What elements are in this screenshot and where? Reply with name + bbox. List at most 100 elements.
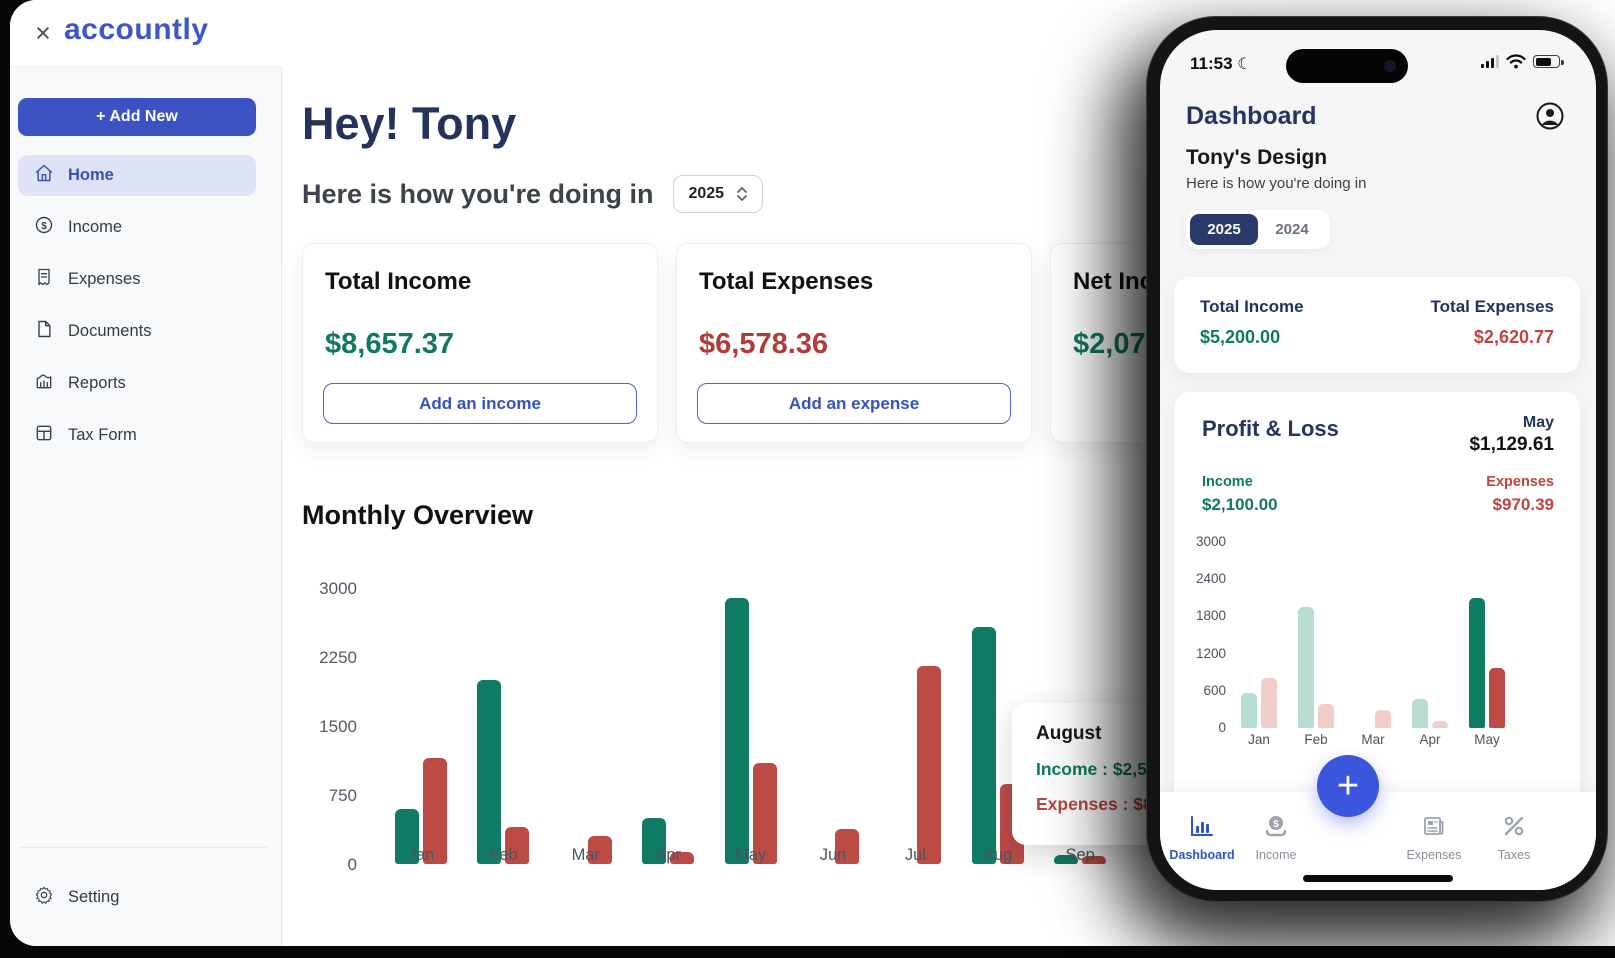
x-tick: Mar — [1350, 732, 1396, 747]
sidebar-item-label: Expenses — [68, 270, 140, 289]
income-bar-feb[interactable] — [477, 680, 501, 864]
reports-icon — [34, 371, 54, 396]
status-icons — [1481, 54, 1561, 69]
expense-bar-may — [1489, 668, 1505, 728]
profit-loss-card: Profit & Loss May $1,129.61 Income $2,10… — [1174, 392, 1580, 812]
sidebar-item-reports[interactable]: Reports — [18, 363, 256, 404]
pl-income-label: Income — [1202, 474, 1253, 490]
sidebar-item-label: Reports — [68, 374, 126, 393]
pl-expenses-value: $970.39 — [1493, 495, 1554, 515]
year-tabs: 20252024 — [1186, 210, 1330, 249]
x-tick: May — [1464, 732, 1510, 747]
pl-income-value: $2,100.00 — [1202, 495, 1278, 515]
status-time: 11:53 — [1190, 54, 1233, 73]
profit-loss-month: May — [1523, 414, 1554, 432]
phone-status-bar: 11:53 ☾ — [1160, 30, 1596, 86]
income-icon: $ — [34, 215, 54, 240]
phone-tab-2024[interactable]: 2024 — [1258, 214, 1326, 245]
tax-form-icon — [34, 423, 54, 448]
documents-icon — [34, 319, 54, 344]
phone-chart-plot — [1236, 542, 1560, 728]
dashboard-icon — [1189, 825, 1215, 842]
card-title: Total Expenses — [699, 268, 1011, 296]
nav-item-income[interactable]: $ Income — [1240, 814, 1312, 862]
pl-expenses-label: Expenses — [1486, 474, 1554, 490]
sidebar-item-tax-form[interactable]: Tax Form — [18, 415, 256, 456]
x-tick: Mar — [556, 846, 616, 865]
add-new-button[interactable]: + Add New — [18, 98, 256, 136]
expense-bar-mar — [1375, 710, 1391, 728]
sidebar-item-home[interactable]: Home — [18, 155, 256, 196]
nav-item-dashboard[interactable]: Dashboard — [1166, 814, 1238, 862]
sidebar-item-label: Documents — [68, 322, 151, 341]
y-tick: 3000 — [305, 579, 357, 599]
wifi-icon — [1506, 54, 1526, 69]
phone-expenses-label: Total Expenses — [1431, 297, 1554, 317]
phone-bottom-nav: + Dashboard$IncomeExpensesTaxes — [1160, 792, 1596, 890]
nav-item-expenses[interactable]: Expenses — [1398, 814, 1470, 862]
phone-tab-2025[interactable]: 2025 — [1190, 214, 1258, 245]
x-tick: Sep — [1050, 846, 1110, 865]
y-tick: 750 — [305, 786, 357, 806]
home-indicator — [1303, 875, 1453, 882]
page-title: Hey! Tony — [302, 98, 516, 150]
app-logo: accountly — [64, 13, 209, 47]
svg-text:$: $ — [1273, 819, 1279, 830]
y-tick: 1200 — [1184, 646, 1226, 661]
signal-icon — [1481, 55, 1500, 68]
profit-loss-total: $1,129.61 — [1469, 434, 1554, 456]
year-select-value: 2025 — [688, 185, 724, 203]
expense-bar-jul[interactable] — [917, 666, 941, 864]
screenshot-stage: × accountly + Add New Home $ Income Expense… — [0, 0, 1615, 958]
card-action-button[interactable]: Add an expense — [697, 383, 1011, 424]
income-bar-aug[interactable] — [972, 627, 996, 864]
select-chevrons-icon — [736, 185, 748, 203]
phone-income-value: $5,200.00 — [1200, 327, 1304, 348]
expenses-icon — [1421, 825, 1447, 842]
add-fab-button[interactable]: + — [1317, 755, 1379, 817]
expense-bar-jan — [1261, 678, 1277, 728]
income-bar-apr — [1412, 699, 1428, 728]
sidebar: + Add New Home $ Income Expenses Documents Re… — [10, 66, 282, 946]
sidebar-item-documents[interactable]: Documents — [18, 311, 256, 352]
taxes-icon — [1501, 825, 1527, 842]
moon-icon: ☾ — [1237, 56, 1251, 73]
expense-bar-apr — [1432, 721, 1448, 728]
y-tick: 600 — [1184, 683, 1226, 698]
account-icon[interactable] — [1536, 102, 1564, 135]
nav-label: Income — [1240, 848, 1312, 862]
nav-item-taxes[interactable]: Taxes — [1478, 814, 1550, 862]
income-bar-feb — [1298, 607, 1314, 728]
phone-owner-title: Tony's Design — [1186, 146, 1327, 170]
chart-section-title: Monthly Overview — [302, 500, 533, 531]
y-tick: 1500 — [305, 717, 357, 737]
stat-card-total-expenses: Total Expenses$6,578.36Add an expense — [676, 243, 1032, 443]
close-icon[interactable]: × — [28, 18, 58, 48]
phone-page-title: Dashboard — [1186, 102, 1317, 131]
income-bar-may[interactable] — [725, 598, 749, 864]
page-subtitle: Here is how you're doing in — [302, 179, 653, 210]
card-action-button[interactable]: Add an income — [323, 383, 637, 424]
camera-dot — [1384, 60, 1396, 72]
phone-chart: 06001200180024003000 JanFebMarAprMay — [1184, 532, 1570, 772]
phone-expenses-value: $2,620.77 — [1431, 327, 1554, 348]
x-tick: May — [721, 846, 781, 865]
sidebar-item-label: Income — [68, 218, 122, 237]
y-tick: 2400 — [1184, 571, 1226, 586]
sidebar-nav: Home $ Income Expenses Documents Reports Tax F… — [18, 155, 256, 467]
phone-income-label: Total Income — [1200, 297, 1304, 317]
battery-icon — [1533, 55, 1560, 68]
y-tick: 3000 — [1184, 534, 1226, 549]
sidebar-item-setting[interactable]: Setting — [18, 877, 256, 918]
dynamic-island — [1286, 49, 1408, 83]
year-select[interactable]: 2025 — [673, 175, 763, 213]
sidebar-item-income[interactable]: $ Income — [18, 207, 256, 248]
nav-label: Expenses — [1398, 848, 1470, 862]
nav-label: Dashboard — [1166, 848, 1238, 862]
sidebar-item-label: Setting — [68, 888, 119, 907]
card-title: Total Income — [325, 268, 637, 296]
home-icon — [34, 163, 54, 188]
x-tick: Feb — [1293, 732, 1339, 747]
sidebar-item-expenses[interactable]: Expenses — [18, 259, 256, 300]
profit-loss-title: Profit & Loss — [1202, 416, 1339, 442]
